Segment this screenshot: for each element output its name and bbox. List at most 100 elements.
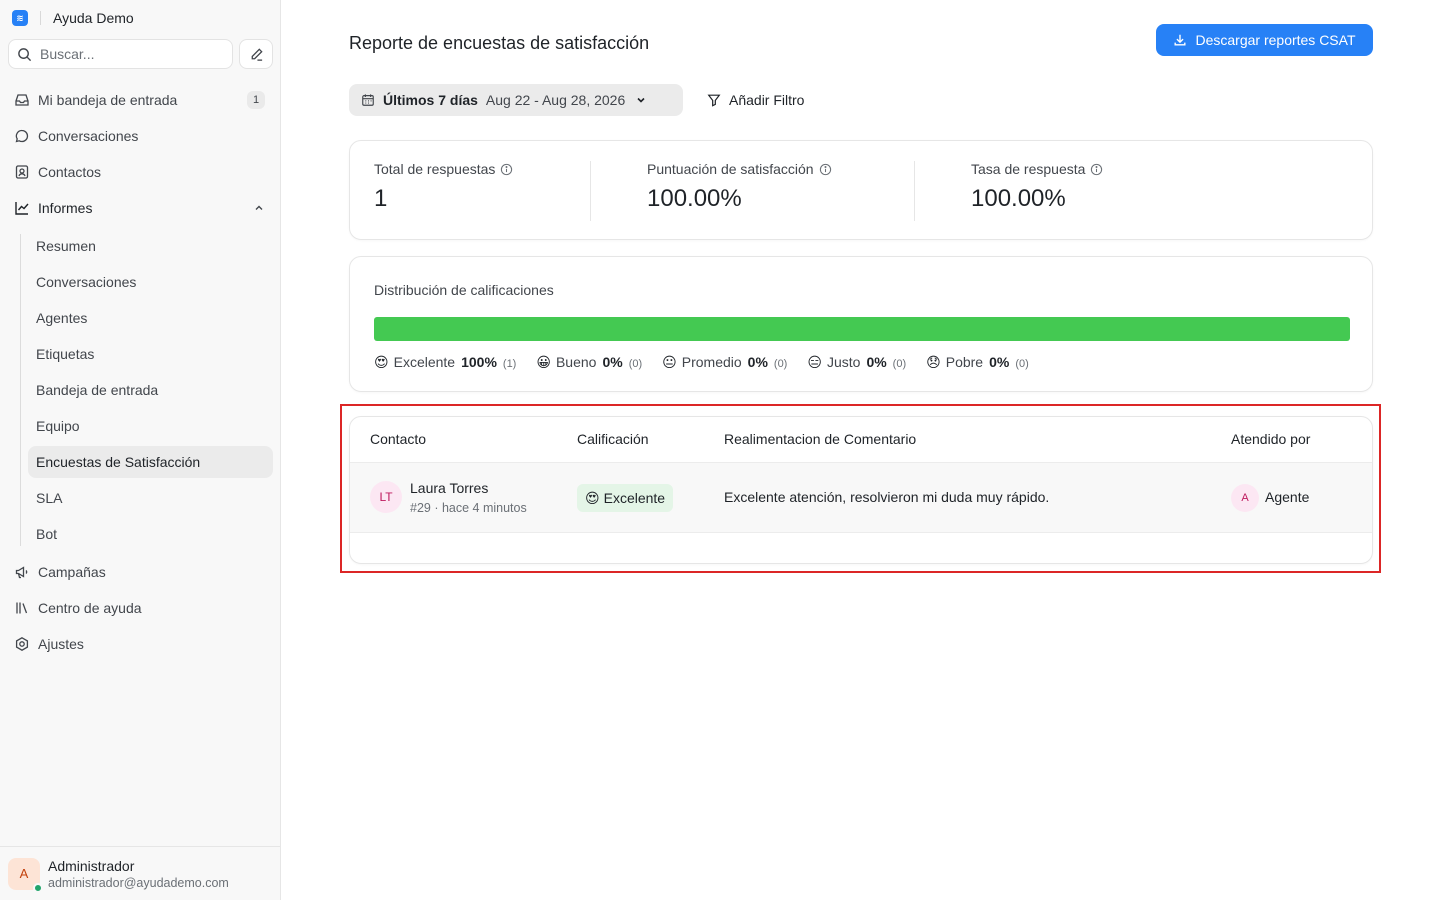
filter-icon	[707, 94, 721, 107]
app-logo-icon: ≋	[12, 10, 28, 26]
avatar: A	[8, 857, 43, 893]
sidebar-subitem-team[interactable]: Equipo	[28, 410, 273, 442]
legend-name: Excelente	[393, 354, 456, 370]
info-icon[interactable]	[500, 163, 513, 176]
sidebar-subitem-agents[interactable]: Agentes	[28, 302, 273, 334]
sidebar-subitem-labels[interactable]: Etiquetas	[28, 338, 273, 370]
rating-distribution-card: Distribución de calificaciones 😍 Excelen…	[349, 256, 1373, 392]
sidebar-subitem-conversations[interactable]: Conversaciones	[28, 266, 273, 298]
avatar-initial: A	[19, 866, 29, 881]
search-input[interactable]	[40, 46, 220, 62]
legend-percent: 100%	[461, 354, 497, 370]
library-icon	[14, 600, 30, 616]
sidebar-nav-secondary: Campañas Centro de ayuda Ajustes	[8, 554, 273, 662]
table-row[interactable]: LT Laura Torres #29 · hace 4 minutos 😍 E…	[350, 462, 1372, 533]
unread-badge: 1	[247, 91, 265, 109]
sidebar-nav: Mi bandeja de entrada 1 Conversaciones C…	[8, 82, 273, 554]
legend-percent: 0%	[866, 354, 887, 370]
sidebar-item-campaigns[interactable]: Campañas	[8, 554, 273, 590]
sidebar-item-conversations[interactable]: Conversaciones	[8, 118, 273, 154]
csat-responses-table: Contacto Calificación Realimentacion de …	[349, 416, 1373, 564]
column-header-contact[interactable]: Contacto	[370, 431, 426, 447]
megaphone-icon	[14, 564, 30, 580]
sidebar-item-label: Centro de ayuda	[38, 600, 142, 616]
legend-count: (1)	[502, 358, 517, 370]
date-range-selector[interactable]: Últimos 7 días Aug 22 - Aug 28, 2026	[349, 84, 683, 116]
inbox-icon	[14, 92, 30, 108]
metric-total-responses: Total de respuestas 1	[374, 161, 513, 213]
account-name[interactable]: Ayuda Demo	[53, 10, 134, 26]
legend-count: (0)	[773, 358, 788, 370]
legend-name: Justo	[826, 354, 861, 370]
sidebar-item-settings[interactable]: Ajustes	[8, 626, 273, 662]
sidebar-subitem-sla[interactable]: SLA	[28, 482, 273, 514]
brand: ≋ Ayuda Demo	[12, 8, 134, 28]
add-filter-label: Añadir Filtro	[729, 92, 805, 108]
legend-percent: 0%	[747, 354, 768, 370]
sidebar-subitem-inbox[interactable]: Bandeja de entrada	[28, 374, 273, 406]
search-icon	[18, 47, 32, 61]
sidebar-item-label: Ajustes	[38, 636, 84, 652]
legend-count: (0)	[1015, 358, 1029, 370]
chevron-up-icon[interactable]	[253, 202, 265, 214]
agent-name: Agente	[1265, 489, 1310, 505]
contact-name[interactable]: Laura Torres	[410, 480, 488, 496]
metrics-card: Total de respuestas 1 Puntuación de sati…	[349, 140, 1373, 240]
sidebar-subitem-summary[interactable]: Resumen	[28, 230, 273, 262]
metric-response-rate: Tasa de respuesta 100.00%	[971, 161, 1103, 213]
sidebar-subitem-bot[interactable]: Bot	[28, 518, 273, 550]
sidebar-item-contacts[interactable]: Contactos	[8, 154, 273, 190]
sidebar-item-label: Conversaciones	[38, 128, 139, 144]
metric-label: Tasa de respuesta	[971, 161, 1086, 177]
sidebar-subitem-csat[interactable]: Encuestas de Satisfacción	[28, 446, 273, 478]
download-csat-button[interactable]: Descargar reportes CSAT	[1156, 24, 1373, 56]
column-header-feedback[interactable]: Realimentacion de Comentario	[724, 431, 916, 447]
search-box[interactable]	[8, 39, 233, 69]
metric-label-wrap: Total de respuestas	[374, 161, 513, 177]
metric-label: Total de respuestas	[374, 161, 496, 177]
compose-button[interactable]	[239, 39, 273, 69]
emoji-excellent: 😍	[374, 354, 389, 370]
metric-label-wrap: Tasa de respuesta	[971, 161, 1103, 177]
metric-value: 100.00%	[971, 185, 1066, 212]
metric-divider	[914, 161, 915, 221]
sidebar-item-label: Campañas	[38, 564, 106, 580]
legend-count: (0)	[892, 358, 907, 370]
profile-name: Administrador	[48, 857, 135, 874]
info-icon[interactable]	[1090, 163, 1103, 176]
sidebar-item-label: Contactos	[38, 164, 102, 180]
add-filter-button[interactable]: Añadir Filtro	[707, 84, 804, 116]
distribution-legend: 😍 Excelente 100% (1) 😀 Bueno 0% (0) 😐 Pr…	[374, 354, 1049, 371]
distribution-title: Distribución de calificaciones	[374, 282, 554, 298]
emoji-fair: 😑	[807, 354, 822, 370]
chart-line-icon	[14, 200, 30, 216]
download-label: Descargar reportes CSAT	[1195, 32, 1356, 48]
page-title: Reporte de encuestas de satisfacción	[349, 33, 650, 53]
metric-label: Puntuación de satisfacción	[647, 161, 814, 177]
feedback-text: Excelente atención, resolvieron mi duda …	[724, 489, 1050, 505]
column-header-agent[interactable]: Atendido por	[1231, 431, 1310, 447]
reports-subnav: Resumen Conversaciones Agentes Etiquetas…	[20, 230, 273, 550]
sidebar-item-inbox[interactable]: Mi bandeja de entrada 1	[8, 82, 273, 118]
info-icon[interactable]	[819, 163, 832, 176]
profile-text: Administrador administrador@ayudademo.co…	[48, 857, 229, 891]
online-status-dot	[33, 882, 43, 893]
legend-percent: 0%	[989, 354, 1010, 370]
agent-avatar: A	[1231, 484, 1259, 512]
distribution-bar	[374, 317, 1350, 341]
conversation-meta[interactable]: #29 · hace 4 minutos	[410, 501, 527, 515]
rating-label: Excelente	[603, 490, 666, 506]
sidebar-item-help-center[interactable]: Centro de ayuda	[8, 590, 273, 626]
sidebar: ≋ Ayuda Demo Mi bandeja de entrada 1 Con…	[0, 0, 281, 900]
column-header-rating[interactable]: Calificación	[577, 431, 649, 447]
sidebar-item-reports[interactable]: Informes	[8, 190, 273, 226]
profile-email: administrador@ayudademo.com	[48, 875, 229, 890]
sidebar-item-label: Informes	[38, 200, 93, 216]
date-preset-label: Últimos 7 días	[383, 92, 478, 108]
sidebar-item-label: Mi bandeja de entrada	[38, 92, 178, 108]
legend-name: Promedio	[681, 354, 742, 370]
user-profile[interactable]: A Administrador administrador@ayudademo.…	[0, 846, 280, 900]
legend-count: (0)	[628, 358, 643, 370]
emoji-good: 😀	[536, 354, 551, 370]
brand-divider	[40, 11, 41, 25]
